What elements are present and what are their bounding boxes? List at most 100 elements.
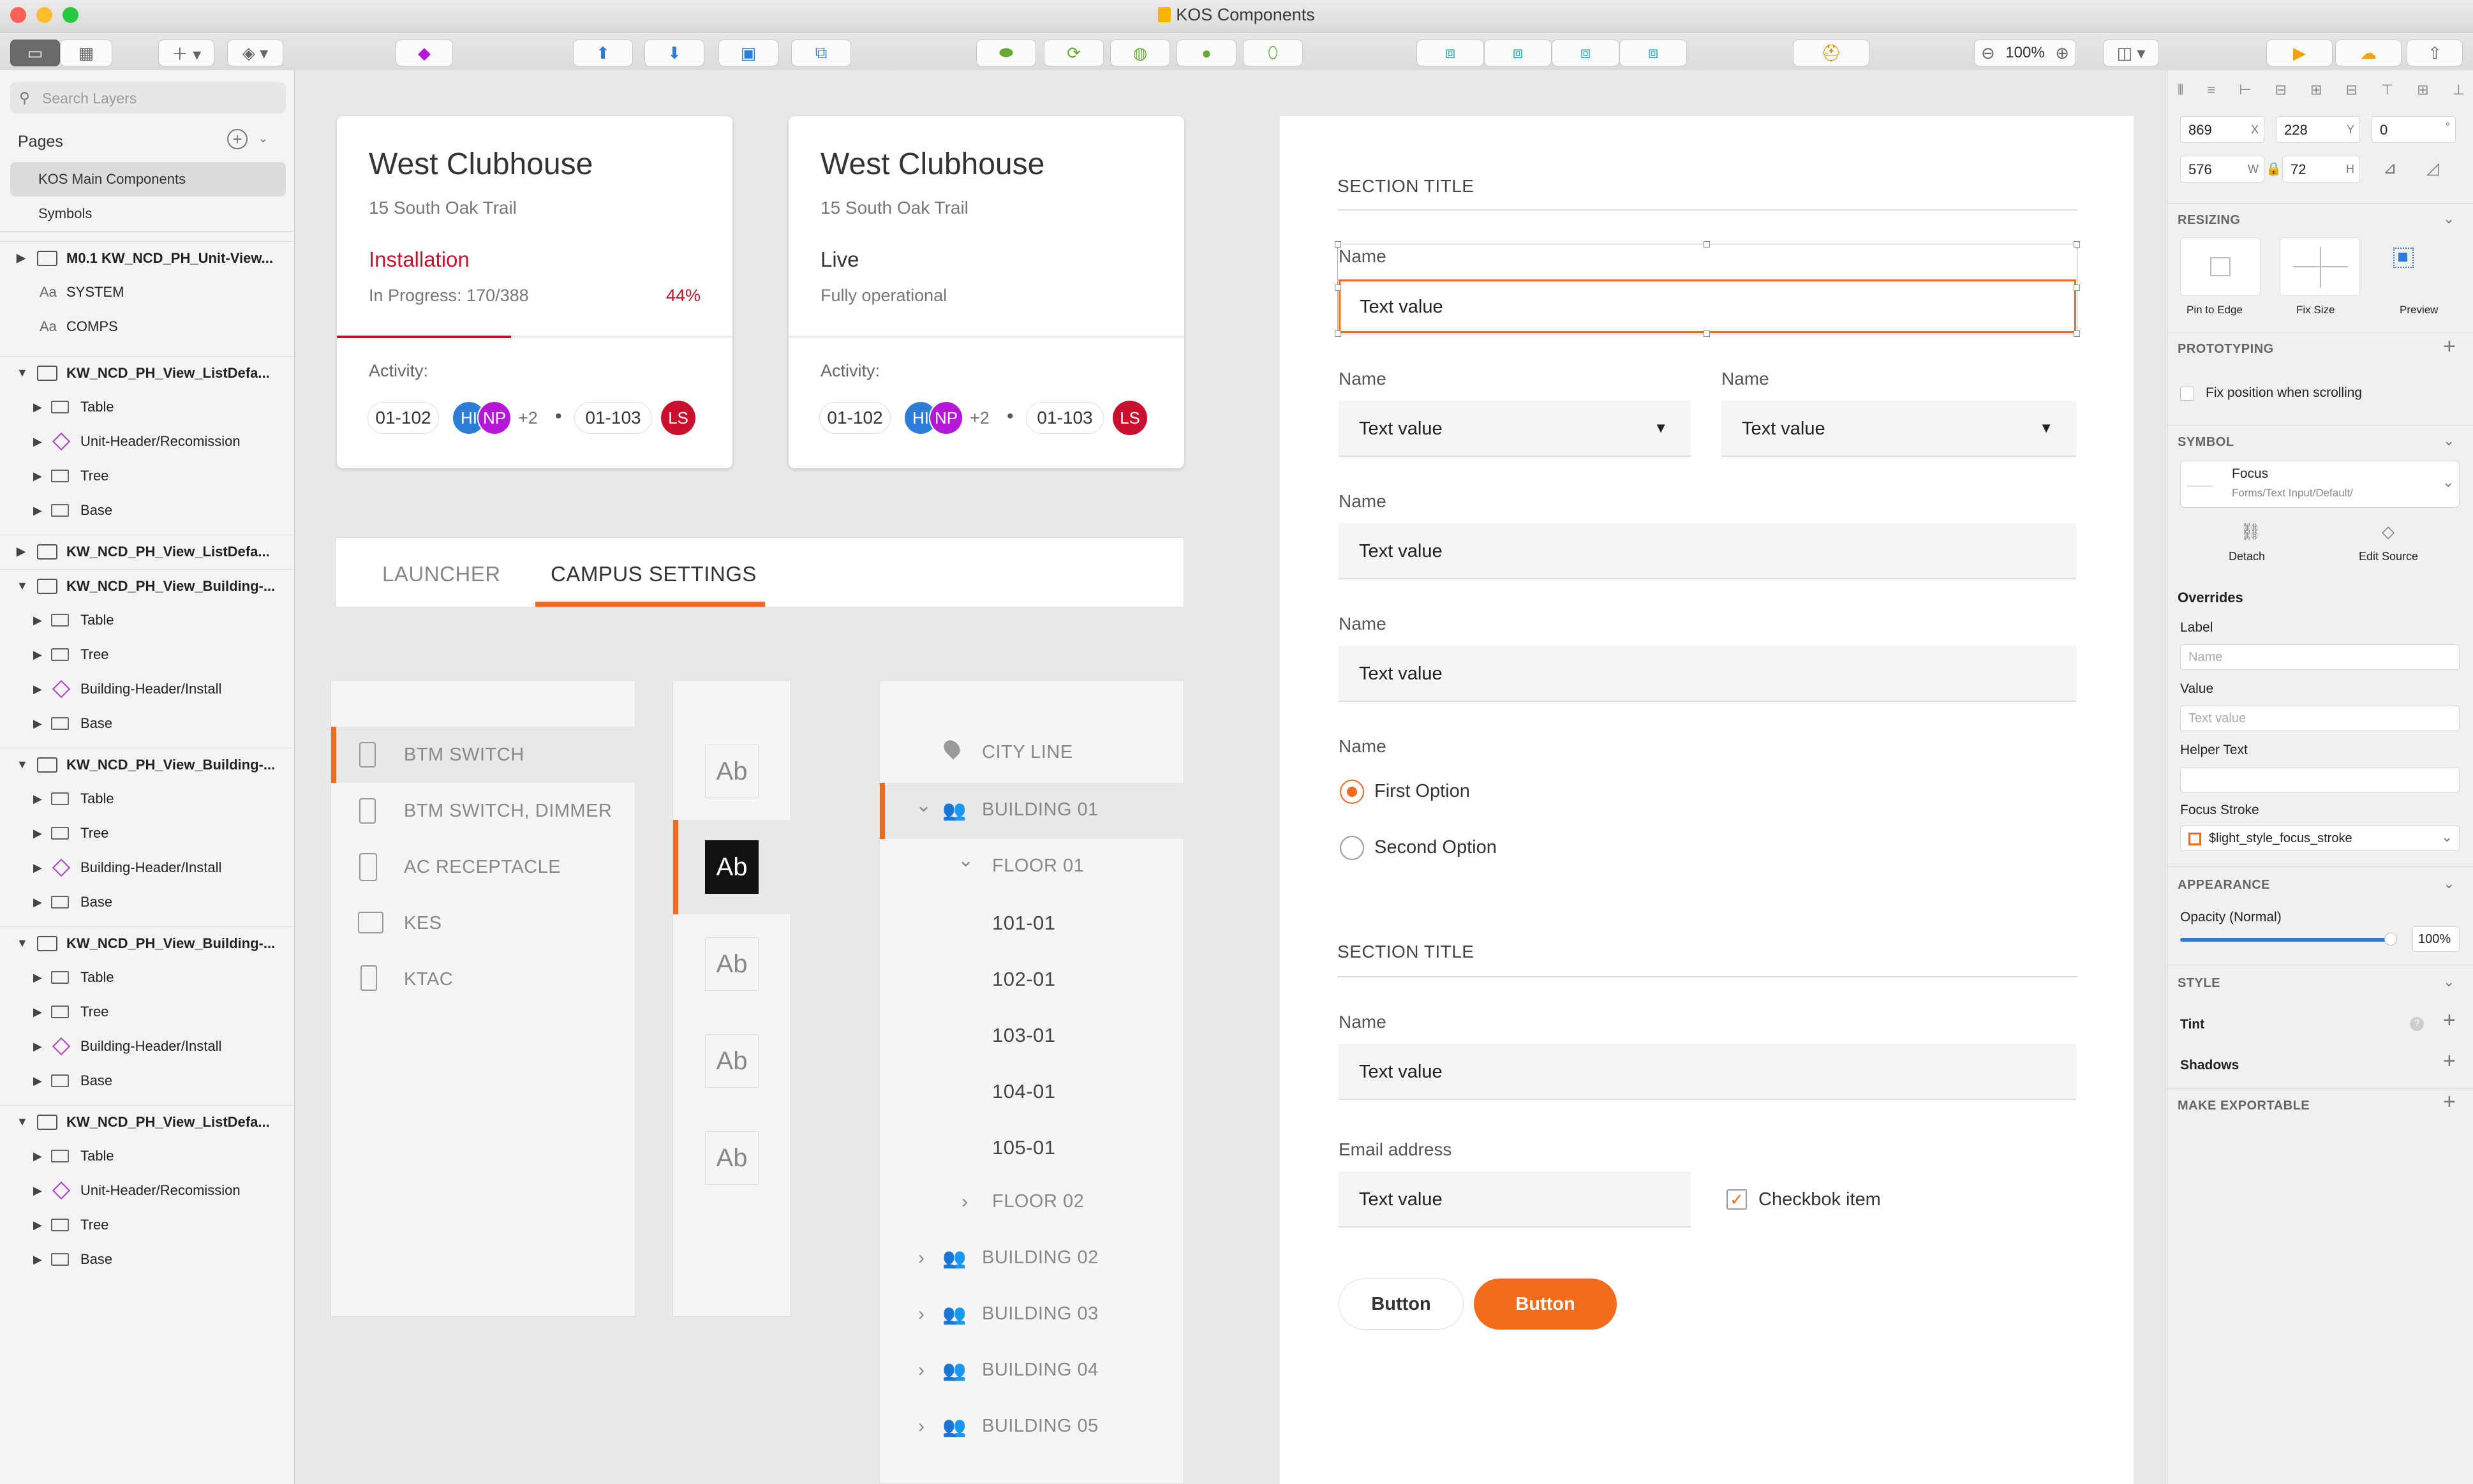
y-position-field[interactable]: 228 Y — [2276, 116, 2360, 143]
disclosure-open-icon[interactable]: ▼ — [17, 937, 28, 950]
flip-horizontal-icon[interactable]: ⊿ — [2383, 158, 2397, 178]
unit-chip[interactable]: 01-103 — [1026, 402, 1104, 434]
disclosure-closed-icon[interactable]: ▶ — [33, 648, 42, 662]
disclosure-closed-icon[interactable]: ▶ — [33, 1184, 42, 1198]
text-input[interactable]: Text value — [1339, 646, 2076, 702]
ungroup-icon[interactable]: ⧉ — [791, 40, 851, 66]
chevron-right-icon[interactable]: › — [918, 1303, 925, 1325]
align-icon[interactable]: ⊟ — [2275, 82, 2287, 101]
width-field[interactable]: 576 W — [2180, 156, 2264, 182]
tree-item-room[interactable]: 103-01 — [992, 1024, 1056, 1047]
layer-symbol[interactable]: ▶ Building-Header/Install — [0, 851, 294, 884]
tree-item-floor[interactable]: FLOOR 02 — [992, 1191, 1084, 1212]
union-icon[interactable]: ⧈ — [1416, 40, 1484, 66]
layer-folder[interactable]: ▶ Base — [0, 707, 294, 740]
disclosure-closed-icon[interactable]: ▶ — [17, 251, 26, 265]
resize-handle[interactable] — [1704, 330, 1710, 337]
disclosure-closed-icon[interactable]: ▶ — [33, 435, 42, 449]
chevron-right-icon[interactable]: › — [962, 1191, 968, 1213]
tree-item-city[interactable]: CITY LINE — [982, 742, 1073, 763]
select-field[interactable]: Text value ▼ — [1721, 401, 2076, 457]
layer-folder[interactable]: ▶ Base — [0, 886, 294, 919]
group-icon[interactable]: ▣ — [718, 40, 778, 66]
align-icon[interactable]: ⊢ — [2239, 82, 2251, 101]
add-page-icon[interactable]: + — [227, 129, 248, 149]
flatten-icon[interactable]: ● — [1177, 40, 1236, 66]
layer-group[interactable]: ▼ KW_NCD_PH_View_Building-... — [0, 926, 294, 960]
disclosure-closed-icon[interactable]: ▶ — [33, 683, 42, 696]
disclosure-closed-icon[interactable]: ▶ — [33, 614, 42, 627]
layer-folder[interactable]: ▶ Tree — [0, 995, 294, 1028]
difference-icon[interactable]: ⧈ — [1619, 40, 1687, 66]
disclosure-open-icon[interactable]: ▼ — [17, 758, 28, 771]
transform-icon[interactable]: ⟳ — [1044, 40, 1104, 66]
resize-handle[interactable] — [1704, 241, 1710, 248]
chevron-down-icon[interactable]: ⌄ — [2443, 433, 2454, 449]
building-card[interactable]: West Clubhouse 15 South Oak Trail Live F… — [789, 116, 1184, 468]
layer-text[interactable]: Aa COMPS — [0, 310, 294, 343]
opacity-slider[interactable] — [2180, 933, 2397, 946]
tab-launcher[interactable]: LAUNCHER — [382, 562, 501, 586]
fix-size-control[interactable] — [2280, 237, 2360, 296]
disclosure-closed-icon[interactable]: ▶ — [33, 1253, 42, 1266]
layer-symbol[interactable]: ▶ Building-Header/Install — [0, 672, 294, 706]
resize-handle[interactable] — [2074, 285, 2080, 291]
layer-folder[interactable]: ▶ Base — [0, 494, 294, 527]
zoom-out-icon[interactable]: ⊖ — [1981, 43, 1995, 63]
tab-campus-settings[interactable]: CAMPUS SETTINGS — [551, 562, 757, 586]
layer-folder[interactable]: ▶ Base — [0, 1243, 294, 1276]
override-helper-field[interactable] — [2180, 767, 2460, 792]
layer-symbol[interactable]: ▶ Building-Header/Install — [0, 1030, 294, 1063]
page-item-main[interactable]: KOS Main Components — [38, 171, 186, 188]
chevron-right-icon[interactable]: › — [918, 1360, 925, 1381]
zoom-in-icon[interactable]: ⊕ — [2055, 43, 2069, 63]
tree-item-room[interactable]: 105-01 — [992, 1136, 1056, 1159]
unit-chip[interactable]: 01-103 — [574, 402, 652, 434]
rotation-field[interactable]: 0 ° — [2372, 116, 2456, 143]
components-view-button[interactable]: ▦ — [60, 40, 112, 66]
symbol-selector[interactable]: Focus Forms/Text Input/Default/ ⌄ — [2180, 461, 2460, 508]
unit-chip[interactable]: 01-102 — [368, 402, 439, 434]
chevron-down-icon[interactable]: ⌄ — [2443, 211, 2454, 227]
cloud-icon[interactable]: ☁ — [2335, 40, 2402, 66]
layer-stack-button[interactable]: ◈ ▾ — [227, 40, 283, 66]
x-position-field[interactable]: 869 X — [2180, 116, 2264, 143]
layer-folder[interactable]: ▶ Tree — [0, 1208, 294, 1242]
resize-handle[interactable] — [2074, 330, 2080, 337]
tree-item-building[interactable]: BUILDING 01 — [982, 799, 1099, 820]
add-prototyping-icon[interactable]: + — [2443, 334, 2456, 359]
search-layers-input[interactable]: ⚲ Search Layers — [10, 82, 286, 114]
disclosure-closed-icon[interactable]: ▶ — [33, 896, 42, 909]
add-export-icon[interactable]: + — [2443, 1090, 2456, 1115]
help-icon[interactable]: ? — [2410, 1017, 2424, 1031]
select-field[interactable]: Text value ▼ — [1339, 401, 1691, 457]
tree-item-room[interactable]: 104-01 — [992, 1080, 1056, 1103]
tree-item-room[interactable]: 102-01 — [992, 968, 1056, 991]
rotate-icon[interactable]: ◍ — [1110, 40, 1170, 66]
secondary-button[interactable]: Button — [1339, 1279, 1464, 1330]
ab-tile[interactable]: Ab — [705, 1131, 759, 1185]
backward-icon[interactable]: ⬇ — [644, 40, 704, 66]
chevron-down-icon[interactable]: ⌄ — [916, 794, 932, 817]
radio-unselected[interactable] — [1340, 836, 1364, 860]
layer-group[interactable]: ▼ KW_NCD_PH_View_ListDefa... — [0, 1105, 294, 1138]
edit-icon[interactable]: ⬬ — [976, 40, 1036, 66]
collapse-pages-icon[interactable]: ⌄ — [258, 130, 269, 146]
layer-folder[interactable]: ▶ Tree — [0, 638, 294, 671]
align-icon[interactable]: ⊞ — [2417, 82, 2428, 101]
layer-folder[interactable]: ▶ Tree — [0, 817, 294, 850]
tree-item-building[interactable]: BUILDING 02 — [982, 1247, 1099, 1268]
text-input-focused[interactable]: Text value — [1339, 279, 2076, 333]
text-input[interactable]: Text value — [1339, 1044, 2076, 1100]
mirror-icon[interactable]: ⛑ — [1793, 40, 1869, 66]
focus-stroke-select[interactable]: $light_style_focus_stroke ⌄ — [2180, 826, 2460, 851]
chevron-down-icon[interactable]: ⌄ — [2443, 875, 2454, 892]
preview-play-icon[interactable]: ▶ — [2266, 40, 2333, 66]
chevron-down-icon[interactable]: ⌄ — [2443, 974, 2454, 990]
disclosure-open-icon[interactable]: ▼ — [17, 579, 28, 593]
layer-folder[interactable]: ▶ Table — [0, 390, 294, 424]
disclosure-closed-icon[interactable]: ▶ — [33, 717, 42, 731]
disclosure-closed-icon[interactable]: ▶ — [33, 1074, 42, 1088]
tree-item-building[interactable]: BUILDING 05 — [982, 1416, 1099, 1437]
resize-handle[interactable] — [1335, 241, 1341, 248]
